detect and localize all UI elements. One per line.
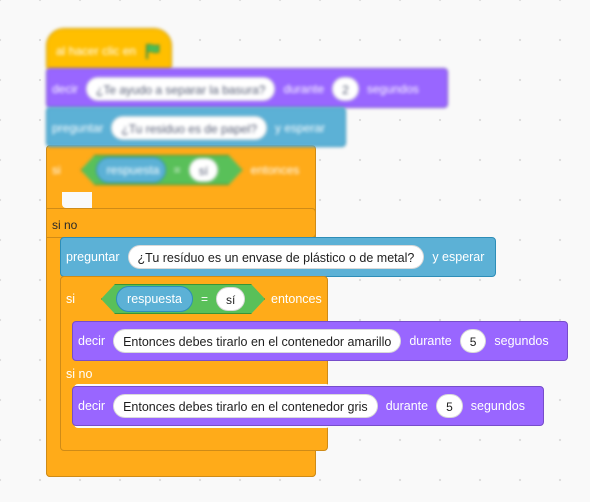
equals-sign: = xyxy=(173,163,181,177)
answer-reporter-2[interactable]: respuesta xyxy=(116,286,193,312)
ask-suffix: y esperar xyxy=(275,121,326,135)
say-during-label-2: durante xyxy=(409,334,452,348)
equals-operator-2[interactable]: respuesta = sí xyxy=(101,284,265,314)
then-label: entonces xyxy=(250,163,300,177)
say-message-input-3[interactable]: Entonces debes tirarlo en el contenedor … xyxy=(113,394,378,418)
equals-value-input-2[interactable]: sí xyxy=(216,287,245,311)
else-label: si no xyxy=(52,218,78,232)
say-message-input[interactable]: ¿Te ayudo a separar la basura? xyxy=(86,77,276,101)
green-flag-icon[interactable] xyxy=(144,42,162,60)
if-label-2: si xyxy=(66,292,76,306)
answer-reporter-1[interactable]: respuesta xyxy=(96,157,166,183)
hat-label: al hacer clic en xyxy=(56,44,137,58)
say-message-input-2[interactable]: Entonces debes tirarlo en el contenedor … xyxy=(113,329,402,353)
if-else-outer-bottom-arm xyxy=(46,450,316,477)
say-unit-label: segundos xyxy=(366,82,419,96)
ask-question-input[interactable]: ¿Tu residuo es de papel? xyxy=(111,116,268,140)
equals-value-input[interactable]: sí xyxy=(189,158,218,182)
say-during-label: durante xyxy=(283,82,325,96)
ask-question-input-2[interactable]: ¿Tu resíduo es un envase de plástico o d… xyxy=(127,245,425,269)
ask-suffix-2: y esperar xyxy=(432,250,485,264)
say-unit-label-2: segundos xyxy=(494,334,549,348)
then-label-2: entonces xyxy=(271,292,322,306)
say-during-label-3: durante xyxy=(385,399,429,413)
say-verb-2: decir xyxy=(78,334,106,348)
ask-verb-2: preguntar xyxy=(66,250,120,264)
equals-sign-2: = xyxy=(200,292,208,306)
say-duration-input-3[interactable]: 5 xyxy=(436,394,463,418)
if-empty-branch xyxy=(62,192,92,208)
ask-verb: preguntar xyxy=(52,121,104,135)
say-duration-input-2[interactable]: 5 xyxy=(459,329,487,353)
if-label: si xyxy=(52,163,61,177)
if-else-outer-else-band xyxy=(46,208,316,238)
say-duration-input[interactable]: 2 xyxy=(332,77,359,101)
say-unit-label-3: segundos xyxy=(470,399,525,413)
else-label-2: si no xyxy=(66,367,93,381)
say-verb-3: decir xyxy=(78,399,106,413)
equals-operator-1[interactable]: respuesta = sí xyxy=(81,155,243,185)
say-verb: decir xyxy=(52,82,79,96)
